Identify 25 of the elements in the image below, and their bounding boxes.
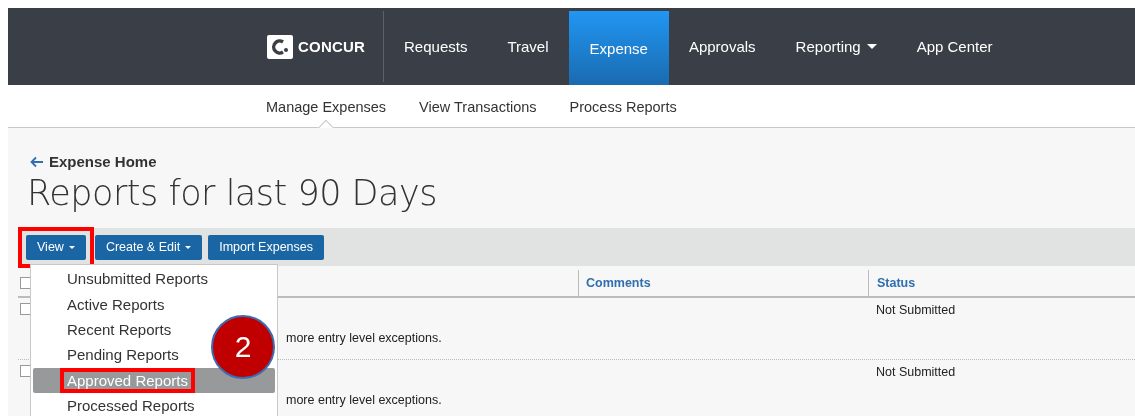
back-link[interactable]: Expense Home xyxy=(49,153,157,170)
exception-text: more entry level exceptions. xyxy=(286,393,442,407)
menu-item[interactable]: Processed Reports xyxy=(33,392,275,416)
back-arrow-icon xyxy=(30,155,44,168)
column-header[interactable]: Status xyxy=(868,270,1135,296)
menu-item[interactable]: Unsubmitted Reports xyxy=(33,266,275,292)
status-text: Not Submitted xyxy=(876,365,956,379)
nav-tab[interactable]: Approvals xyxy=(668,8,776,85)
toolbar-button[interactable]: Import Expenses xyxy=(208,234,324,260)
toolbar-button[interactable]: Create & Edit xyxy=(94,234,203,260)
toolbar-button[interactable]: View xyxy=(26,234,86,260)
nav-tab[interactable]: Expense xyxy=(568,11,669,85)
subnav-link[interactable]: Process Reports xyxy=(569,85,677,127)
column-header[interactable]: Comments xyxy=(578,270,868,296)
nav-tab[interactable]: Reporting xyxy=(775,8,897,85)
menu-item[interactable]: Active Reports xyxy=(33,291,275,317)
exception-text: more entry level exceptions. xyxy=(286,331,442,345)
logo-text: CONCUR xyxy=(298,38,366,55)
status-text: Not Submitted xyxy=(876,303,956,317)
nav-tab[interactable]: App Center xyxy=(896,8,1013,85)
logo-icon xyxy=(267,34,293,59)
nav-tab[interactable]: Travel xyxy=(487,8,569,85)
nav-tab[interactable]: Requests xyxy=(384,8,488,85)
subnav-link[interactable]: View Transactions xyxy=(419,85,537,127)
page-title: Reports for last 90 Days xyxy=(26,172,438,215)
